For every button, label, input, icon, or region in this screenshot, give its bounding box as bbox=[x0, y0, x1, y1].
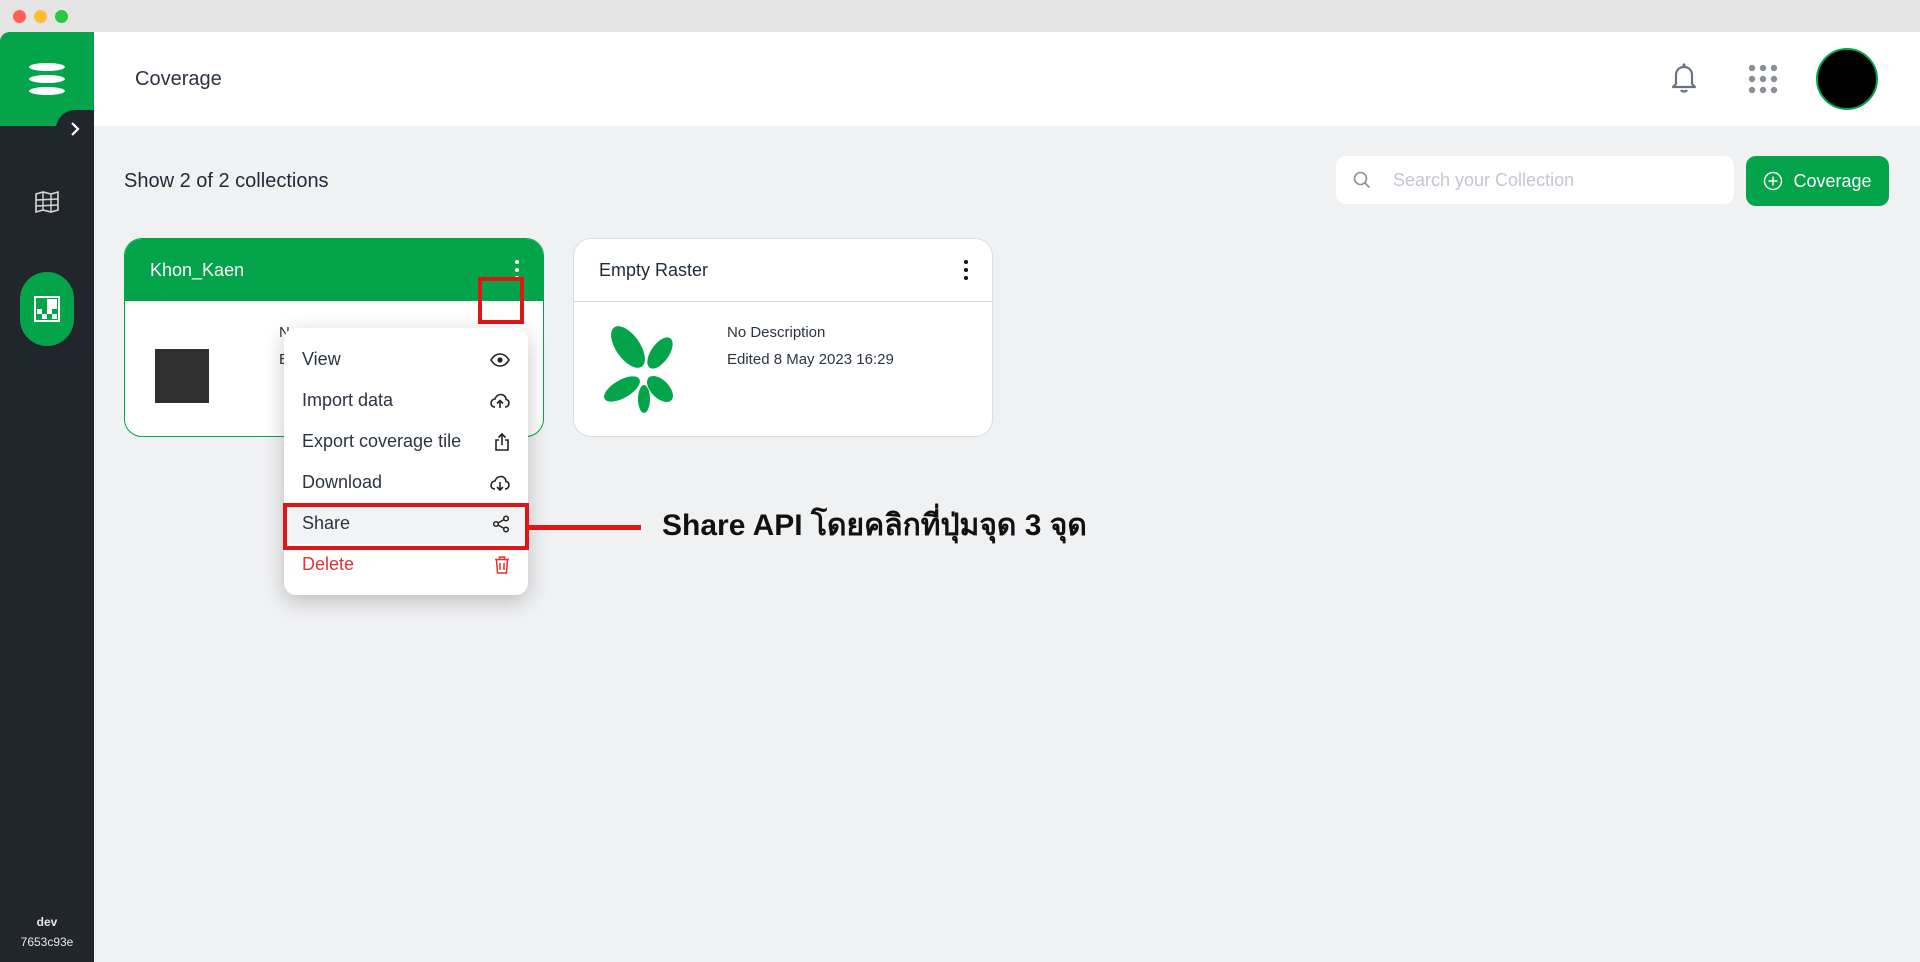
card-context-menu: View Import data Export coverage tile Do… bbox=[284, 328, 528, 595]
menu-item-label: View bbox=[302, 349, 341, 369]
cloud-upload-icon bbox=[490, 393, 510, 408]
more-options-button[interactable] bbox=[964, 260, 968, 280]
bell-icon bbox=[1671, 63, 1697, 93]
add-coverage-label: Coverage bbox=[1793, 170, 1872, 191]
map-grid-icon bbox=[35, 190, 59, 214]
card-title: Khon_Kaen bbox=[150, 259, 245, 280]
collection-count: Show 2 of 2 collections bbox=[124, 170, 329, 192]
environment-info: dev 7653c93e bbox=[0, 912, 94, 952]
callout-line bbox=[529, 525, 641, 530]
menu-item-label: Delete bbox=[302, 554, 355, 574]
search-icon bbox=[1353, 171, 1371, 189]
sidebar-item-coverage-pill[interactable] bbox=[20, 272, 74, 346]
close-window-button[interactable] bbox=[13, 10, 26, 23]
top-header: Coverage bbox=[94, 32, 1920, 126]
plus-circle-icon bbox=[1764, 171, 1783, 191]
apps-menu-button[interactable] bbox=[1748, 64, 1778, 99]
menu-item-label: Export coverage tile bbox=[302, 431, 462, 451]
search-bar[interactable] bbox=[1336, 156, 1734, 204]
env-hash: 7653c93e bbox=[20, 935, 74, 949]
kebab-highlight-box bbox=[478, 277, 524, 324]
logo-icon bbox=[29, 63, 65, 95]
page-title: Coverage bbox=[135, 68, 222, 90]
card-header: Empty Raster bbox=[574, 239, 992, 302]
apps-grid-icon bbox=[1748, 64, 1778, 94]
window-controls bbox=[13, 10, 68, 23]
app-window: dev 7653c93e Coverage Show 2 of 2 collec… bbox=[0, 32, 1920, 962]
menu-item-label: Import data bbox=[302, 390, 394, 410]
sidebar: dev 7653c93e bbox=[0, 32, 94, 962]
expand-sidebar-button[interactable] bbox=[56, 110, 94, 148]
menu-item-view[interactable]: View bbox=[284, 339, 528, 380]
coverage-thumbnail bbox=[155, 349, 209, 403]
menu-item-import[interactable]: Import data bbox=[284, 380, 528, 421]
callout-annotation: Share API โดยคลิกที่ปุ่มจุด 3 จุด bbox=[662, 509, 1087, 542]
share-highlight-box bbox=[283, 503, 529, 550]
cloud-download-icon bbox=[490, 475, 510, 491]
export-icon bbox=[495, 432, 509, 451]
env-name: dev bbox=[36, 915, 58, 929]
card-info: No Description Edited 8 May 2023 16:29 bbox=[727, 319, 894, 373]
card-description: No Description bbox=[727, 324, 826, 341]
eye-icon bbox=[490, 352, 510, 367]
sidebar-item-coverage[interactable] bbox=[0, 272, 94, 346]
user-avatar[interactable] bbox=[1816, 48, 1878, 110]
placeholder-logo-icon bbox=[600, 323, 690, 420]
coverage-grid-icon bbox=[34, 296, 60, 322]
trash-icon bbox=[495, 555, 509, 574]
add-coverage-button[interactable]: Coverage bbox=[1746, 156, 1889, 206]
card-title: Empty Raster bbox=[599, 259, 709, 280]
menu-item-export[interactable]: Export coverage tile bbox=[284, 421, 528, 462]
sidebar-item-map[interactable] bbox=[0, 174, 94, 230]
minimize-window-button[interactable] bbox=[34, 10, 47, 23]
maximize-window-button[interactable] bbox=[55, 10, 68, 23]
collection-card[interactable]: Empty Raster No Description Edited 8 May… bbox=[573, 238, 993, 437]
menu-item-download[interactable]: Download bbox=[284, 462, 528, 503]
card-edited: Edited 8 May 2023 16:29 bbox=[727, 351, 894, 368]
notifications-button[interactable] bbox=[1670, 62, 1698, 99]
menu-item-label: Download bbox=[302, 472, 383, 492]
search-input[interactable] bbox=[1391, 168, 1715, 192]
chevron-right-icon bbox=[71, 122, 80, 136]
menu-item-delete[interactable]: Delete bbox=[284, 544, 528, 585]
